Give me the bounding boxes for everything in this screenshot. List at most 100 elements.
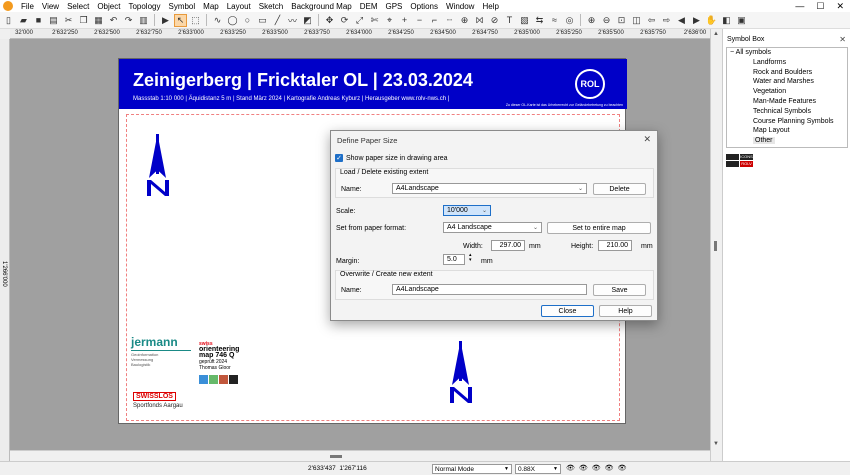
- select-icon[interactable]: ⬚: [189, 14, 202, 27]
- zoom-window-icon[interactable]: ◫: [630, 14, 643, 27]
- tree-item-rock-and-boulders[interactable]: Rock and Boulders: [727, 68, 847, 78]
- new-file-icon[interactable]: ▯: [2, 14, 15, 27]
- text-icon[interactable]: T: [503, 14, 516, 27]
- eye-icon[interactable]: 👁: [579, 464, 588, 472]
- merge-icon[interactable]: ⊕: [458, 14, 471, 27]
- menu-background-map[interactable]: Background Map: [287, 2, 355, 11]
- rectangle-mode-icon[interactable]: ▭: [256, 14, 269, 27]
- split-icon[interactable]: ⊘: [488, 14, 501, 27]
- name-select[interactable]: A4Landscape ⌄: [392, 183, 587, 194]
- menu-options[interactable]: Options: [406, 2, 442, 11]
- scroll-down-icon[interactable]: ▼: [713, 441, 719, 447]
- maximize-button[interactable]: ☐: [816, 1, 824, 12]
- show-paper-checkbox-row[interactable]: ✓ Show paper size in drawing area: [335, 154, 448, 162]
- eye-icon[interactable]: 👁: [592, 464, 601, 472]
- margin-spinner-icon[interactable]: ▴ ▾: [469, 253, 472, 263]
- remove-vertex-icon[interactable]: −: [413, 14, 426, 27]
- tree-root[interactable]: − All symbols: [727, 48, 847, 58]
- play-icon[interactable]: ▶: [159, 14, 172, 27]
- scale-combo[interactable]: 10'000 ⌄: [443, 205, 491, 216]
- zoom-fit-icon[interactable]: ⊡: [615, 14, 628, 27]
- tree-item-vegetation[interactable]: Vegetation: [727, 87, 847, 97]
- undo-icon[interactable]: ↶: [107, 14, 120, 27]
- save-button[interactable]: Save: [593, 284, 646, 296]
- menu-topology[interactable]: Topology: [124, 2, 164, 11]
- background-icon[interactable]: ▣: [735, 14, 748, 27]
- hatch-icon[interactable]: ▧: [518, 14, 531, 27]
- edit-object-icon[interactable]: ↖: [174, 13, 187, 27]
- menu-layout[interactable]: Layout: [223, 2, 255, 11]
- tree-item-course-planning-symbols[interactable]: Course Planning Symbols: [727, 117, 847, 127]
- close-icon[interactable]: ✕: [839, 35, 846, 44]
- hand-pan-icon[interactable]: ✋: [705, 14, 718, 27]
- pan-right-icon[interactable]: ▶: [690, 14, 703, 27]
- menu-select[interactable]: Select: [63, 2, 93, 11]
- menu-gps[interactable]: GPS: [382, 2, 407, 11]
- rotate-icon[interactable]: ⟳: [338, 14, 351, 27]
- reverse-icon[interactable]: ⇆: [533, 14, 546, 27]
- tree-item-other[interactable]: Other: [727, 136, 847, 146]
- height-input[interactable]: 210.00: [598, 240, 632, 251]
- horizontal-scrollbar[interactable]: [10, 450, 710, 461]
- scrollbar-thumb[interactable]: [714, 241, 717, 251]
- paper-format-select[interactable]: A4 Landscape ⌄: [443, 222, 542, 233]
- tree-item-man-made-features[interactable]: Man-Made Features: [727, 97, 847, 107]
- delete-button[interactable]: Delete: [593, 183, 646, 195]
- redo-icon[interactable]: ↷: [122, 14, 135, 27]
- minimize-button[interactable]: —: [795, 1, 804, 12]
- eye-icon[interactable]: 👁: [618, 464, 627, 472]
- scale-icon[interactable]: ⤢: [353, 14, 366, 27]
- close-button[interactable]: Close: [541, 305, 594, 317]
- mode-select[interactable]: Normal Mode ▼: [432, 464, 512, 474]
- circle-tool-icon[interactable]: ◎: [563, 14, 576, 27]
- paste-icon[interactable]: ▦: [92, 14, 105, 27]
- menu-map[interactable]: Map: [199, 2, 223, 11]
- print-icon[interactable]: ▤: [47, 14, 60, 27]
- symbol-icon[interactable]: ▥: [137, 14, 150, 27]
- corner-icon[interactable]: ⌐: [428, 14, 441, 27]
- tree-item-water-and-marshes[interactable]: Water and Marshes: [727, 77, 847, 87]
- pan-left-icon[interactable]: ◀: [675, 14, 688, 27]
- scrollbar-thumb[interactable]: [330, 455, 342, 458]
- tree-item-technical-symbols[interactable]: Technical Symbols: [727, 107, 847, 117]
- join-icon[interactable]: ⨝: [473, 14, 486, 27]
- menu-file[interactable]: File: [17, 2, 38, 11]
- close-icon[interactable]: ✕: [643, 134, 651, 145]
- symbol-icon[interactable]: [726, 161, 739, 167]
- menu-sketch[interactable]: Sketch: [255, 2, 287, 11]
- save-icon[interactable]: ■: [32, 14, 45, 27]
- menu-dem[interactable]: DEM: [356, 2, 382, 11]
- close-window-button[interactable]: ✕: [836, 1, 844, 12]
- cut-object-icon[interactable]: ✄: [368, 14, 381, 27]
- move-icon[interactable]: ✥: [323, 14, 336, 27]
- menu-symbol[interactable]: Symbol: [164, 2, 199, 11]
- circle-mode-icon[interactable]: ○: [241, 14, 254, 27]
- tree-item-landforms[interactable]: Landforms: [727, 58, 847, 68]
- previous-view-icon[interactable]: ⇦: [645, 14, 658, 27]
- open-folder-icon[interactable]: ▰: [17, 14, 30, 27]
- ellipse-mode-icon[interactable]: ◯: [226, 14, 239, 27]
- eye-icon[interactable]: 👁: [605, 464, 614, 472]
- width-input[interactable]: 297.00: [491, 240, 525, 251]
- zoom-in-icon[interactable]: ⊕: [585, 14, 598, 27]
- draft-mode-icon[interactable]: ◧: [720, 14, 733, 27]
- tree-item-map-layout[interactable]: Map Layout: [727, 126, 847, 136]
- smooth-icon[interactable]: ≈: [548, 14, 561, 27]
- eye-icon[interactable]: 👁: [566, 464, 575, 472]
- dash-icon[interactable]: ┈: [443, 14, 456, 27]
- cut-icon[interactable]: ✂: [62, 14, 75, 27]
- zoom-out-icon[interactable]: ⊖: [600, 14, 613, 27]
- add-vertex-icon[interactable]: +: [398, 14, 411, 27]
- menu-window[interactable]: Window: [442, 2, 478, 11]
- symbol-icon-icons[interactable]: ICONS: [740, 154, 753, 160]
- menu-help[interactable]: Help: [478, 2, 502, 11]
- menu-object[interactable]: Object: [93, 2, 124, 11]
- menu-view[interactable]: View: [38, 2, 63, 11]
- set-entire-map-button[interactable]: Set to entire map: [547, 222, 651, 234]
- curve-mode-icon[interactable]: ∿: [211, 14, 224, 27]
- new-extent-name-input[interactable]: A4Landscape: [392, 284, 587, 295]
- measure-icon[interactable]: ⌖: [383, 14, 396, 27]
- symbol-icon[interactable]: [726, 154, 739, 160]
- vertical-scrollbar[interactable]: ▲ ▼: [710, 29, 722, 461]
- help-button[interactable]: Help: [599, 305, 652, 317]
